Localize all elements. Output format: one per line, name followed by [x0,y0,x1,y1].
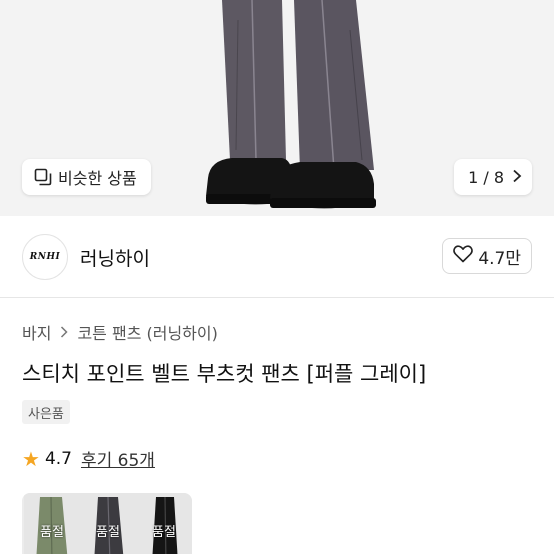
breadcrumb: 바지 코튼 팬츠 (러닝하이) [22,320,218,344]
brand-name[interactable]: 러닝하이 [80,244,150,271]
gift-badge: 사은품 [22,400,70,424]
color-options: 품절 품절 품절 [22,493,192,554]
breadcrumb-item-category[interactable]: 바지 [22,320,51,344]
soldout-label: 품절 [96,525,120,540]
similar-products-icon [34,168,52,186]
soldout-label: 품절 [152,525,176,540]
reviews-link[interactable]: 후기 65개 [81,446,155,471]
chevron-right-icon [57,323,71,342]
color-option-black[interactable]: 품절 [136,493,192,554]
image-counter-text: 1 / 8 [468,167,504,187]
product-title: 스티치 포인트 벨트 부츠컷 팬츠 [퍼플 그레이] [22,362,427,386]
similar-products-button[interactable]: 비슷한 상품 [22,159,151,195]
heart-outline-icon [453,244,474,268]
like-count: 4.7만 [478,248,521,269]
brand-row[interactable]: RNHI 러닝하이 4.7만 [0,216,554,298]
image-counter[interactable]: 1 / 8 [454,159,532,195]
similar-products-label: 비슷한 상품 [58,169,137,188]
color-option-olive[interactable]: 품절 [24,493,80,554]
brand-logo[interactable]: RNHI [22,234,68,280]
soldout-label: 품절 [40,525,64,540]
star-icon: ★ [22,446,40,471]
like-button[interactable]: 4.7만 [442,238,532,274]
chevron-right-icon [512,168,522,187]
product-image-carousel[interactable]: 비슷한 상품 1 / 8 [0,0,554,216]
rating-score: 4.7 [44,448,72,469]
brand-logo-text: RNHI [29,252,61,262]
breadcrumb-item-subcategory[interactable]: 코튼 팬츠 (러닝하이) [77,320,217,344]
color-option-charcoal[interactable]: 품절 [80,493,136,554]
rating-summary: ★ 4.7 후기 65개 [22,446,155,472]
